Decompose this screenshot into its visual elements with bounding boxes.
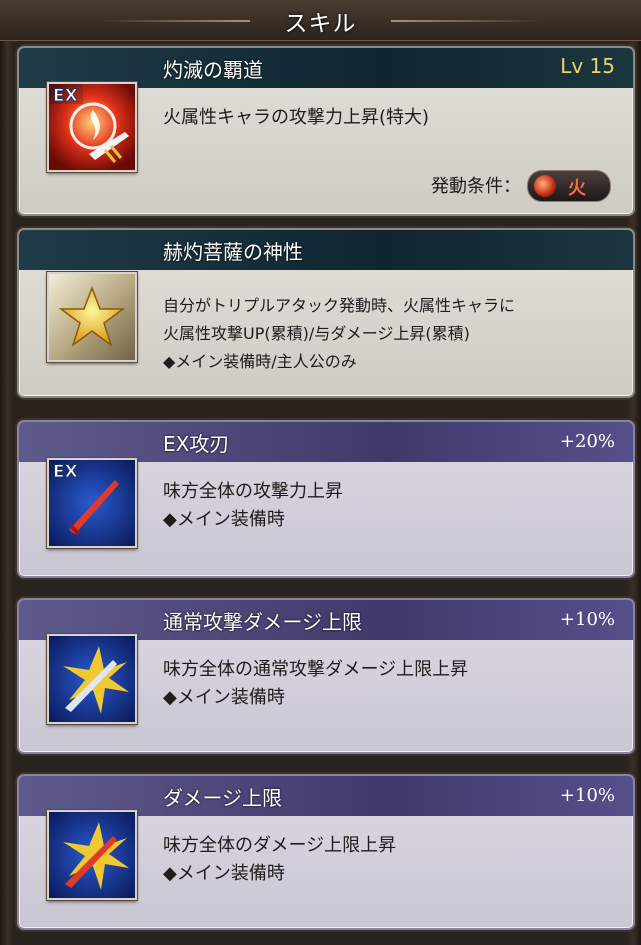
skill-titlebar — [19, 230, 633, 270]
skill-desc-line: ◆メイン装備時/主人公のみ — [163, 352, 357, 371]
condition-label: 発動条件： — [431, 176, 521, 197]
skill-bonus: +10% — [559, 785, 615, 806]
ex-fire-sword-icon: EX — [47, 82, 137, 172]
skill-card-4[interactable]: 通常攻撃ダメージ上限 +10% 味方全体の通常攻撃ダメージ上限上昇 ◆メイン装備… — [17, 598, 635, 754]
fire-orb-icon — [534, 175, 556, 197]
skill-titlebar — [19, 422, 633, 462]
skill-card-5[interactable]: ダメージ上限 +10% 味方全体のダメージ上限上昇 ◆メイン装備時 — [17, 774, 635, 930]
skill-description: 味方全体の攻撃力上昇 ◆メイン装備時 — [163, 478, 343, 534]
skill-bonus: +10% — [559, 609, 615, 630]
skill-card-3[interactable]: EX攻刃 +20% EX 味方全体の攻撃力上昇 ◆メイン装備時 — [17, 420, 635, 578]
skill-desc-line: 味方全体のダメージ上限上昇 — [163, 835, 397, 856]
burst-red-sword-icon — [47, 810, 137, 900]
skill-description: 味方全体の通常攻撃ダメージ上限上昇 ◆メイン装備時 — [163, 656, 468, 712]
fire-element-badge: 火 — [527, 170, 611, 202]
skill-name: EX攻刃 — [163, 432, 230, 456]
skill-desc-line: 自分がトリプルアタック発動時、火属性キャラに — [163, 296, 516, 315]
skill-level: Lv 15 — [560, 54, 615, 78]
burst-sword-icon — [47, 634, 137, 724]
skill-card-2[interactable]: 赫灼菩薩の神性 自分がトリプルアタック発動時、火属性キャラに 火属性攻撃UP(累… — [17, 228, 635, 398]
skill-description: 自分がトリプルアタック発動時、火属性キャラに 火属性攻撃UP(累積)/与ダメージ… — [163, 292, 515, 376]
skill-name: 赫灼菩薩の神性 — [163, 240, 303, 264]
svg-text:EX: EX — [53, 462, 78, 482]
skill-name: 灼滅の覇道 — [163, 58, 263, 82]
svg-text:EX: EX — [53, 86, 78, 106]
skill-desc-line: 火属性攻撃UP(累積)/与ダメージ上昇(累積) — [163, 324, 470, 343]
gold-star-icon — [47, 272, 137, 362]
skill-desc-line: 火属性キャラの攻撃力上昇(特大) — [163, 107, 430, 128]
condition-element: 火 — [568, 178, 586, 199]
skill-name: 通常攻撃ダメージ上限 — [163, 610, 362, 634]
skill-desc-line: 味方全体の通常攻撃ダメージ上限上昇 — [163, 659, 469, 680]
skill-desc-line: 味方全体の攻撃力上昇 — [163, 481, 343, 502]
ex-sword-icon: EX — [47, 458, 137, 548]
skill-name: ダメージ上限 — [163, 786, 282, 810]
skill-card-1[interactable]: 灼滅の覇道 Lv 15 EX 火属性キャラの攻撃力上昇(特大) 発動条件： 火 — [17, 46, 635, 216]
skill-bonus: +20% — [559, 431, 615, 452]
page-title: スキル — [284, 11, 357, 37]
skill-desc-line: ◆メイン装備時 — [163, 687, 285, 708]
skill-desc-line: ◆メイン装備時 — [163, 509, 285, 530]
skill-description: 火属性キャラの攻撃力上昇(特大) — [163, 104, 429, 132]
skill-desc-line: ◆メイン装備時 — [163, 863, 285, 884]
header-bar: スキル — [0, 0, 641, 41]
skill-description: 味方全体のダメージ上限上昇 ◆メイン装備時 — [163, 832, 396, 888]
